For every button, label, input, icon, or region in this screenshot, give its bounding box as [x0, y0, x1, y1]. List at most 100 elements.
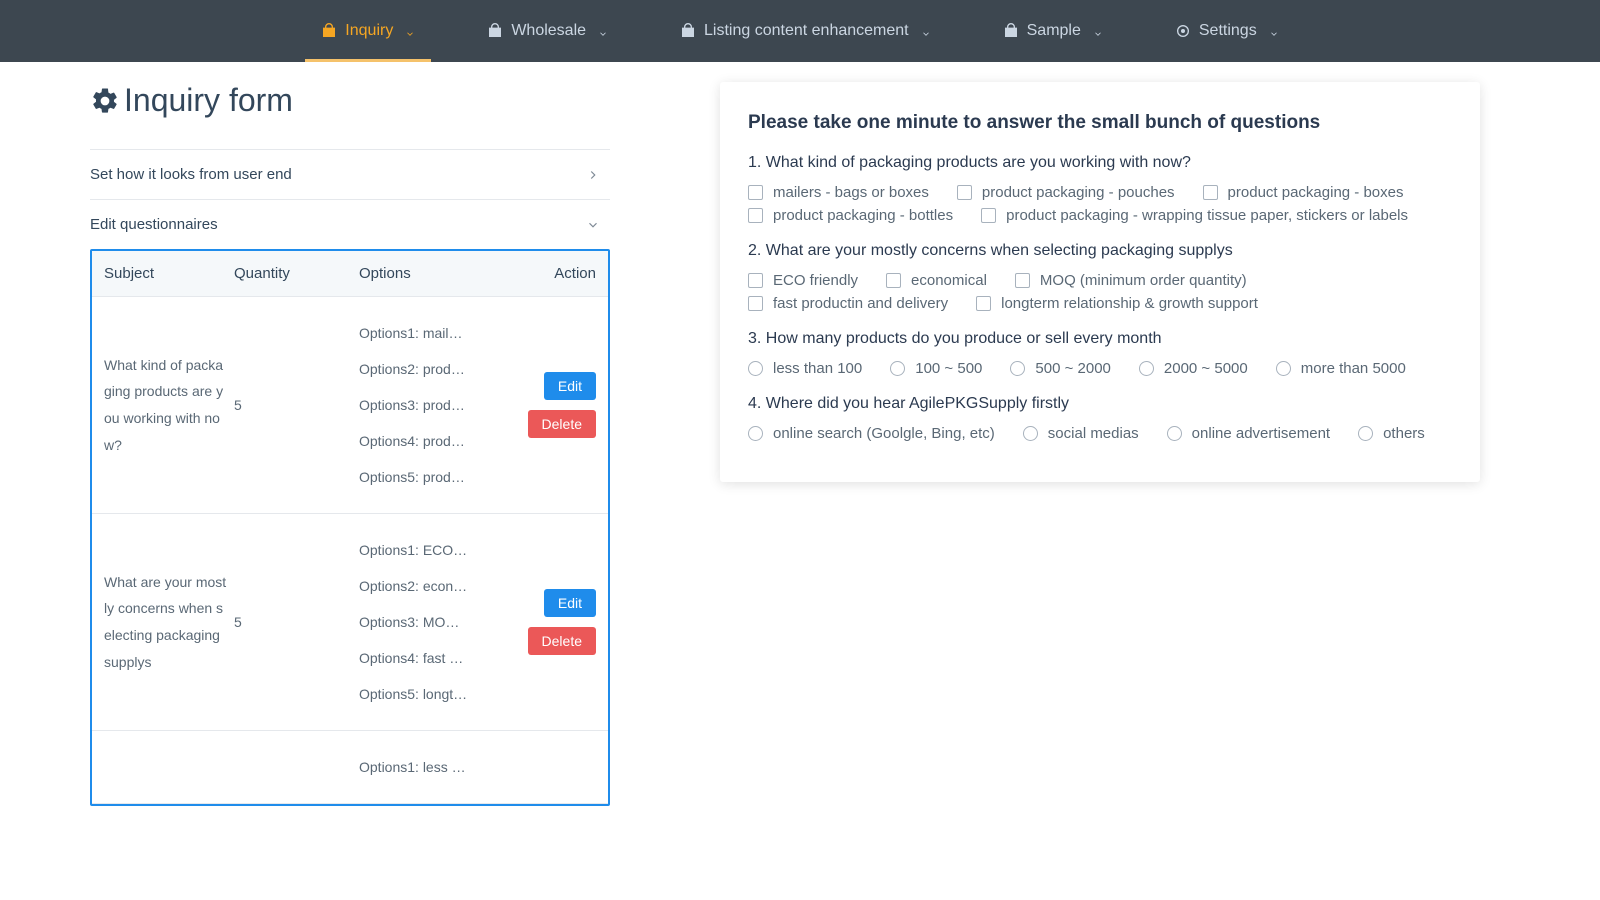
nav-inquiry[interactable]: Inquiry [305, 0, 431, 62]
preview-option[interactable]: online advertisement [1167, 425, 1330, 442]
radio-icon [1023, 426, 1038, 441]
table-header: Subject Quantity Options Action [92, 251, 608, 297]
preview-option[interactable]: 2000 ~ 5000 [1139, 360, 1248, 377]
table-row: What kind of packaging products are you … [92, 297, 608, 514]
right-panel: Please take one minute to answer the sma… [720, 82, 1480, 806]
preview-title: Please take one minute to answer the sma… [748, 112, 1452, 134]
checkbox-icon [886, 273, 901, 288]
cell-subject: What are your mostly concerns when selec… [104, 569, 234, 675]
table-row: Options1: less t… [92, 731, 608, 804]
chevron-down-icon [1269, 26, 1279, 36]
radio-icon [1276, 361, 1291, 376]
radio-icon [1010, 361, 1025, 376]
nav-listing-content-enhancement[interactable]: Listing content enhancement [664, 0, 947, 62]
preview-option[interactable]: product packaging - wrapping tissue pape… [981, 207, 1408, 224]
preview-option[interactable]: MOQ (minimum order quantity) [1015, 272, 1247, 289]
cell-options: Options1: maile…Options2: prod…Options3:… [359, 325, 516, 485]
accordion-editq[interactable]: Edit questionnaires [90, 200, 610, 249]
th-action: Action [516, 265, 596, 282]
option-label: more than 5000 [1301, 360, 1406, 377]
nav-label: Listing content enhancement [704, 22, 909, 40]
option-label: mailers - bags or boxes [773, 184, 929, 201]
preview-question: 2. What are your mostly concerns when se… [748, 242, 1452, 312]
preview-option[interactable]: 100 ~ 500 [890, 360, 982, 377]
chevron-down-icon [405, 26, 415, 36]
accordion-editq-label: Edit questionnaires [90, 216, 218, 233]
edit-button[interactable]: Edit [544, 589, 596, 617]
option-line: Options4: prod… [359, 433, 469, 449]
accordion-looks-label: Set how it looks from user end [90, 166, 292, 183]
cell-action: Edit Delete [516, 372, 596, 438]
option-line: Options2: prod… [359, 361, 469, 377]
nav-label: Inquiry [345, 22, 393, 40]
edit-button[interactable]: Edit [544, 372, 596, 400]
nav-label: Sample [1027, 22, 1081, 40]
nav-settings[interactable]: Settings [1159, 0, 1295, 62]
preview-option[interactable]: product packaging - boxes [1203, 184, 1404, 201]
preview-option[interactable]: product packaging - bottles [748, 207, 953, 224]
preview-option[interactable]: fast productin and delivery [748, 295, 948, 312]
checkbox-icon [981, 208, 996, 223]
radio-icon [890, 361, 905, 376]
cell-subject: What kind of packaging products are you … [104, 352, 234, 458]
question-title: 3. How many products do you produce or s… [748, 330, 1452, 348]
preview-option[interactable]: social medias [1023, 425, 1139, 442]
option-label: 500 ~ 2000 [1035, 360, 1111, 377]
option-line: Options2: econ… [359, 578, 469, 594]
question-title: 2. What are your mostly concerns when se… [748, 242, 1452, 260]
page-title: Inquiry form [90, 82, 610, 150]
option-label: product packaging - pouches [982, 184, 1175, 201]
preview-option[interactable]: longterm relationship & growth support [976, 295, 1258, 312]
question-title: 4. Where did you hear AgilePKGSupply fir… [748, 395, 1452, 413]
option-label: MOQ (minimum order quantity) [1040, 272, 1247, 289]
radio-icon [748, 426, 763, 441]
preview-option[interactable]: 500 ~ 2000 [1010, 360, 1111, 377]
option-line: Options4: fast p… [359, 650, 469, 666]
option-label: product packaging - bottles [773, 207, 953, 224]
left-panel: Inquiry form Set how it looks from user … [90, 82, 610, 806]
radio-icon [748, 361, 763, 376]
checkbox-icon [748, 296, 763, 311]
option-label: online advertisement [1192, 425, 1330, 442]
table-row: What are your mostly concerns when selec… [92, 514, 608, 731]
th-quantity: Quantity [234, 265, 359, 282]
nav-sample[interactable]: Sample [987, 0, 1119, 62]
delete-button[interactable]: Delete [528, 410, 596, 438]
preview-option[interactable]: mailers - bags or boxes [748, 184, 929, 201]
nav-label: Wholesale [511, 22, 586, 40]
preview-question: 4. Where did you hear AgilePKGSupply fir… [748, 395, 1452, 442]
chevron-down-icon [598, 26, 608, 36]
checkbox-icon [1203, 185, 1218, 200]
option-label: 100 ~ 500 [915, 360, 982, 377]
preview-option[interactable]: product packaging - pouches [957, 184, 1175, 201]
option-label: online search (Goolgle, Bing, etc) [773, 425, 995, 442]
settings-icon [1175, 23, 1191, 39]
option-label: product packaging - wrapping tissue pape… [1006, 207, 1408, 224]
preview-option[interactable]: online search (Goolgle, Bing, etc) [748, 425, 995, 442]
option-line: Options1: less t… [359, 759, 469, 775]
bag-icon [1003, 23, 1019, 39]
cell-quantity: 5 [234, 614, 359, 630]
option-line: Options3: prod… [359, 397, 469, 413]
radio-icon [1358, 426, 1373, 441]
preview-option[interactable]: economical [886, 272, 987, 289]
checkbox-icon [976, 296, 991, 311]
option-line: Options5: prod… [359, 469, 469, 485]
radio-icon [1139, 361, 1154, 376]
preview-option[interactable]: more than 5000 [1276, 360, 1406, 377]
accordion-looks[interactable]: Set how it looks from user end [90, 150, 610, 200]
nav-wholesale[interactable]: Wholesale [471, 0, 624, 62]
th-options: Options [359, 265, 516, 282]
delete-button[interactable]: Delete [528, 627, 596, 655]
option-label: 2000 ~ 5000 [1164, 360, 1248, 377]
checkbox-icon [748, 208, 763, 223]
preview-option[interactable]: others [1358, 425, 1425, 442]
preview-option[interactable]: ECO friendly [748, 272, 858, 289]
bag-icon [680, 23, 696, 39]
preview-option[interactable]: less than 100 [748, 360, 862, 377]
option-line: Options3: MOQ… [359, 614, 469, 630]
option-label: social medias [1048, 425, 1139, 442]
option-label: ECO friendly [773, 272, 858, 289]
cell-action: Edit Delete [516, 589, 596, 655]
bag-icon [321, 23, 337, 39]
